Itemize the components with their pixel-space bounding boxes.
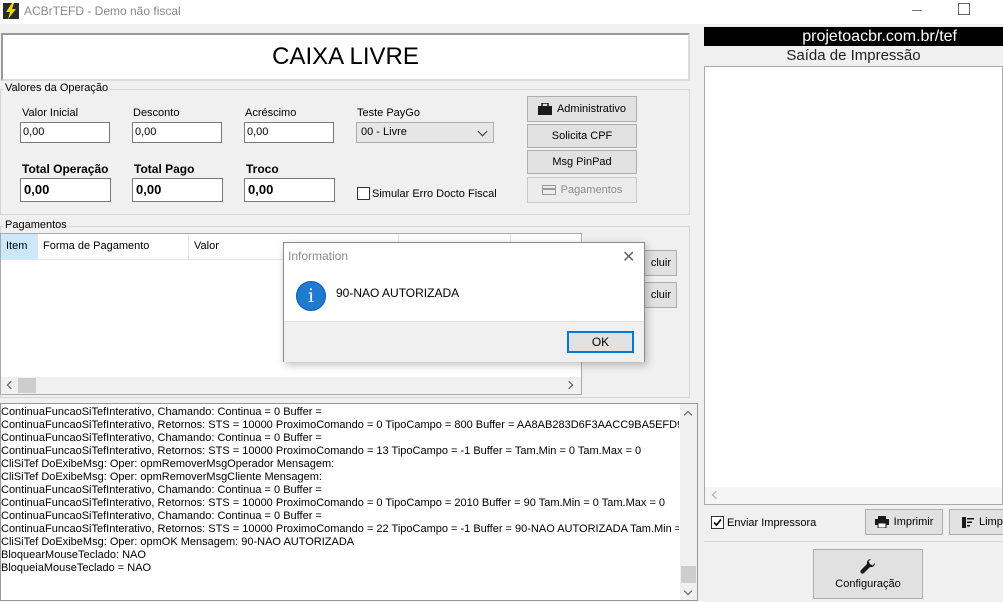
info-icon: i xyxy=(296,281,326,311)
log-line: ContinuaFuncaoSiTefInterativo, Retornos:… xyxy=(1,445,642,457)
log-line: ContinuaFuncaoSiTefInterativo, Chamando:… xyxy=(1,484,322,496)
ok-button[interactable]: OK xyxy=(567,331,634,353)
solicita-cpf-button[interactable]: Solicita CPF xyxy=(527,124,637,148)
caixa-status-panel: CAIXA LIVRE xyxy=(1,33,690,81)
saida-impressao-memo[interactable] xyxy=(704,66,1003,505)
administrativo-label: Administrativo xyxy=(556,103,627,115)
limpar-button[interactable]: Limp xyxy=(949,509,1003,535)
scroll-up-icon[interactable] xyxy=(683,410,693,420)
checkmark-icon xyxy=(713,518,722,527)
dialog-footer: OK xyxy=(284,321,644,362)
teste-paygo-value: 00 - Livre xyxy=(361,126,407,138)
msg-pinpad-label: Msg PinPad xyxy=(552,156,612,168)
configuracao-label: Configuração xyxy=(835,578,901,590)
desconto-label: Desconto xyxy=(133,107,180,119)
excluir-label: cluir xyxy=(650,289,671,301)
simular-erro-label: Simular Erro Docto Fiscal xyxy=(372,188,497,200)
limpar-label: Limp xyxy=(979,516,1003,528)
window-title: ACBrTEFD - Demo não fiscal xyxy=(24,4,181,18)
imprimir-button[interactable]: Imprimir xyxy=(865,509,943,535)
log-line: ContinuaFuncaoSiTefInterativo, Chamando:… xyxy=(1,432,322,444)
log-line: BloqueiaMouseTeclado = NAO xyxy=(1,562,152,574)
log-memo[interactable]: ContinuaFuncaoSiTefInterativo, Chamando:… xyxy=(0,403,698,601)
log-vertical-scrollbar[interactable] xyxy=(680,404,697,600)
pagamentos-group-label: Pagamentos xyxy=(3,219,69,231)
enviar-impressora-label: Enviar Impressora xyxy=(727,517,817,529)
information-dialog[interactable]: Information ✕ i 90-NAO AUTORIZADA OK xyxy=(283,242,645,362)
log-lines: ContinuaFuncaoSiTefInterativo, Chamando:… xyxy=(1,406,679,575)
title-bar: ACBrTEFD - Demo não fiscal xyxy=(0,0,1003,24)
caixa-status-text: CAIXA LIVRE xyxy=(272,43,419,70)
log-line: ContinuaFuncaoSiTefInterativo, Chamando:… xyxy=(1,406,322,418)
log-line: ContinuaFuncaoSiTefInterativo, Retornos:… xyxy=(1,419,679,431)
log-line: ContinuaFuncaoSiTefInterativo, Retornos:… xyxy=(1,523,679,535)
scroll-left-icon[interactable] xyxy=(6,380,16,390)
log-line: CliSiTef DoExibeMsg: Oper: opmRemoverMsg… xyxy=(1,471,322,483)
minimize-button[interactable] xyxy=(912,3,926,17)
log-line: ContinuaFuncaoSiTefInterativo, Retornos:… xyxy=(1,497,666,509)
total-operacao-input[interactable]: 0,00 xyxy=(20,178,111,202)
saida-impressao-title: Saída de Impressão xyxy=(786,47,921,64)
imprimir-label: Imprimir xyxy=(893,516,934,528)
troco-input[interactable]: 0,00 xyxy=(244,178,335,202)
grid-horizontal-scrollbar[interactable] xyxy=(1,377,581,394)
printer-icon xyxy=(874,516,889,528)
msg-pinpad-button[interactable]: Msg PinPad xyxy=(527,150,637,174)
total-pago-input[interactable]: 0,00 xyxy=(132,178,223,202)
log-line: ContinuaFuncaoSiTefInterativo, Chamando:… xyxy=(1,510,322,522)
close-icon[interactable]: ✕ xyxy=(622,247,635,267)
acrescimo-input[interactable]: 0,00 xyxy=(244,122,334,143)
enviar-impressora-checkbox[interactable] xyxy=(711,516,724,529)
ok-label: OK xyxy=(591,335,610,349)
chevron-down-icon xyxy=(477,126,488,137)
column-header-forma-pagamento[interactable]: Forma de Pagamento xyxy=(38,234,189,260)
scroll-left-icon[interactable] xyxy=(711,490,721,500)
scroll-down-icon[interactable] xyxy=(683,586,693,596)
pagamentos-button[interactable]: Pagamentos xyxy=(527,177,637,203)
wrench-icon xyxy=(860,558,876,574)
valor-inicial-input[interactable]: 0,00 xyxy=(20,122,110,143)
clear-list-icon xyxy=(962,516,974,528)
scroll-right-icon[interactable] xyxy=(564,380,574,390)
administrativo-button[interactable]: Administrativo xyxy=(527,96,637,122)
solicita-cpf-label: Solicita CPF xyxy=(551,130,613,142)
divider xyxy=(704,541,1003,542)
acrescimo-label: Acréscimo xyxy=(245,107,297,119)
credit-card-icon xyxy=(541,185,556,195)
total-pago-label: Total Pago xyxy=(134,162,195,176)
configuracao-button[interactable]: Configuração xyxy=(813,549,923,599)
scroll-thumb[interactable] xyxy=(18,378,36,393)
incluir-label: cluir xyxy=(650,257,671,269)
desconto-input[interactable]: 0,00 xyxy=(132,122,222,143)
valores-operacao-label: Valores da Operação xyxy=(3,82,111,94)
teste-paygo-label: Teste PayGo xyxy=(357,107,420,119)
maximize-button[interactable] xyxy=(958,3,970,15)
dialog-message: 90-NAO AUTORIZADA xyxy=(336,286,460,300)
teste-paygo-select[interactable]: 00 - Livre xyxy=(356,122,494,143)
log-line: CliSiTef DoExibeMsg: Oper: opmOK Mensage… xyxy=(1,536,355,548)
log-line: BloquearMouseTeclado: NAO xyxy=(1,549,146,561)
saida-horizontal-scrollbar[interactable] xyxy=(705,487,1002,504)
pagamentos-label: Pagamentos xyxy=(560,184,623,196)
project-url-banner[interactable]: projetoacbr.com.br/tef xyxy=(704,27,1003,46)
briefcase-icon xyxy=(537,103,552,115)
simular-erro-checkbox[interactable] xyxy=(357,187,370,200)
log-line: CliSiTef DoExibeMsg: Oper: opmRemoverMsg… xyxy=(1,458,335,470)
total-operacao-label: Total Operação xyxy=(22,162,109,176)
troco-label: Troco xyxy=(246,162,279,176)
column-header-item[interactable]: Item xyxy=(1,234,38,260)
scroll-thumb[interactable] xyxy=(681,566,696,583)
dialog-title: Information xyxy=(288,249,349,263)
acbr-lightning-icon xyxy=(3,3,19,19)
valor-inicial-label: Valor Inicial xyxy=(22,107,79,119)
